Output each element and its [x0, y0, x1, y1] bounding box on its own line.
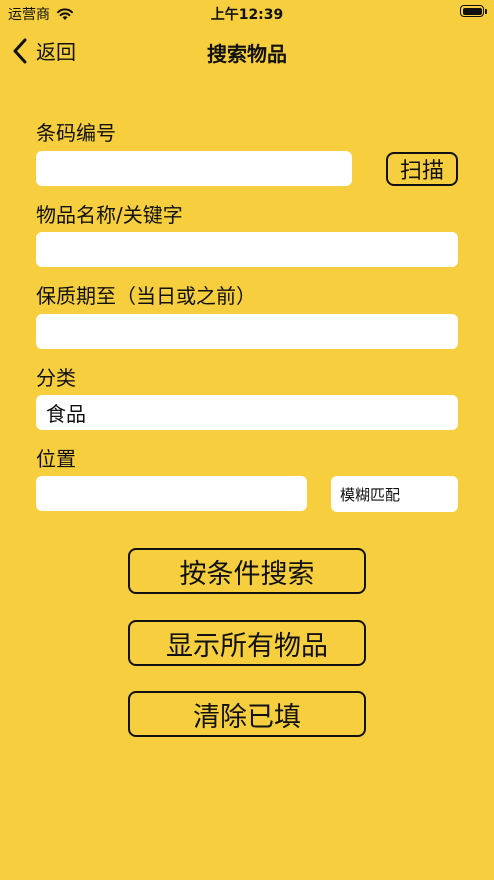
page-title: 搜索物品 — [207, 42, 287, 66]
show-all-button[interactable]: 显示所有物品 — [128, 620, 366, 666]
expiry-label: 保质期至（当日或之前） — [36, 284, 256, 308]
battery-icon — [460, 5, 487, 17]
scan-button[interactable]: 扫描 — [386, 152, 458, 186]
name-keyword-input[interactable] — [36, 232, 458, 267]
expiry-input[interactable] — [36, 314, 458, 349]
category-label: 分类 — [36, 366, 76, 390]
clear-button[interactable]: 清除已填 — [128, 691, 366, 737]
clock: 上午12:39 — [210, 7, 284, 23]
nav-bar: 返回 搜索物品 — [0, 26, 494, 76]
status-bar: 运营商 上午12:39 — [0, 0, 494, 24]
barcode-label: 条码编号 — [36, 121, 116, 145]
match-mode-select[interactable]: 模糊匹配 — [331, 476, 458, 512]
name-label: 物品名称/关键字 — [36, 203, 183, 227]
search-button[interactable]: 按条件搜索 — [128, 548, 366, 594]
location-label: 位置 — [36, 447, 76, 471]
barcode-input[interactable] — [36, 151, 352, 186]
category-input[interactable] — [36, 395, 458, 430]
location-input[interactable] — [36, 476, 307, 511]
